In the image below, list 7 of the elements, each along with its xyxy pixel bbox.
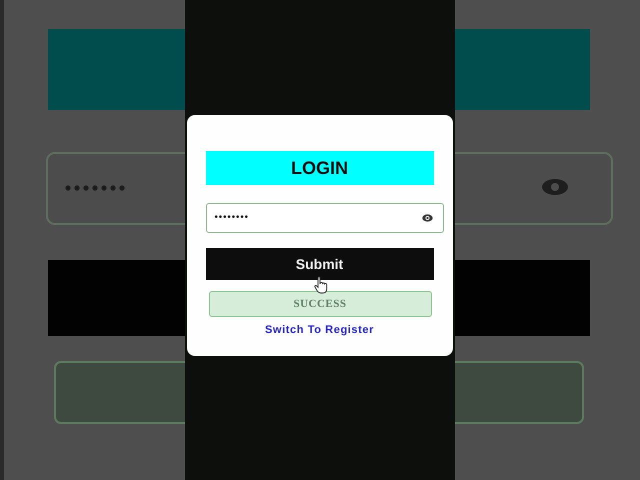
status-message: SUCCESS: [208, 291, 432, 317]
submit-button[interactable]: Submit: [206, 248, 434, 280]
eye-icon[interactable]: [422, 214, 432, 222]
switch-link[interactable]: Switch To Register: [265, 324, 374, 336]
password-field[interactable]: ••••••••: [206, 203, 444, 233]
hand-pointer-icon: [314, 276, 328, 294]
login-title: LOGIN: [206, 151, 434, 185]
